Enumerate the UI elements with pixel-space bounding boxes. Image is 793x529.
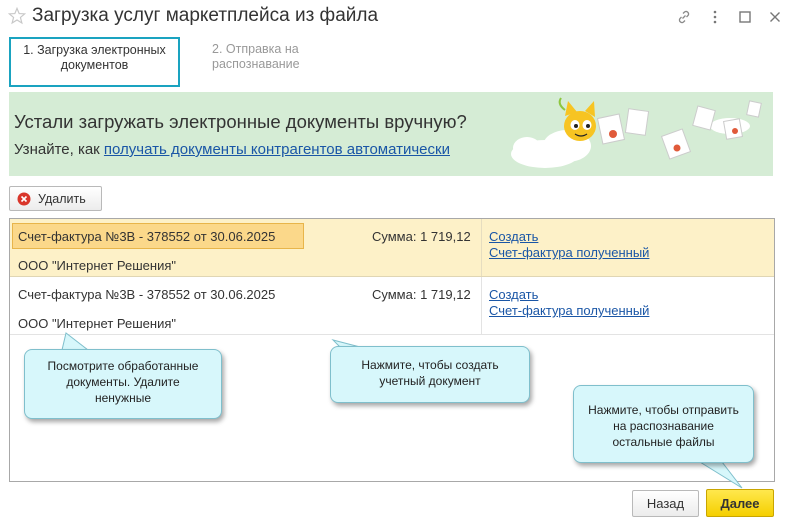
column-divider bbox=[481, 219, 482, 276]
organization-cell: ООО "Интернет Решения" bbox=[18, 316, 176, 331]
cat-illustration bbox=[511, 97, 762, 168]
delete-button-label: Удалить bbox=[38, 191, 86, 206]
step-2-line1: 2. Отправка на bbox=[212, 42, 299, 56]
link-icon[interactable] bbox=[676, 9, 692, 25]
more-icon[interactable] bbox=[707, 9, 723, 25]
back-button[interactable]: Назад bbox=[632, 490, 699, 517]
tooltip-review-documents: Посмотрите обработанные документы. Удали… bbox=[24, 349, 222, 419]
tooltip-line: Нажмите, чтобы отправить bbox=[588, 403, 739, 417]
window-title: Загрузка услуг маркетплейса из файла bbox=[32, 5, 379, 26]
banner-title: Устали загружать электронные документы в… bbox=[14, 111, 467, 132]
step-2-line2: распознавание bbox=[212, 57, 300, 71]
document-cell[interactable]: Счет-фактура №3В - 378552 от 30.06.2025 bbox=[18, 229, 275, 244]
next-button[interactable]: Далее bbox=[706, 489, 774, 517]
tooltip-line: ненужные bbox=[94, 391, 151, 405]
tooltip-create-document: Нажмите, чтобы создать учетный документ bbox=[330, 346, 530, 403]
close-icon[interactable] bbox=[767, 9, 783, 25]
banner-subtitle-prefix: Узнайте, как bbox=[14, 141, 104, 158]
tooltip-line: учетный документ bbox=[379, 374, 481, 388]
create-link[interactable]: Создать bbox=[489, 229, 538, 244]
document-type-link[interactable]: Счет-фактура полученный bbox=[489, 245, 649, 260]
tooltip-line: документы. Удалите bbox=[66, 375, 180, 389]
document-cell[interactable]: Счет-фактура №3В - 378552 от 30.06.2025 bbox=[18, 287, 275, 302]
banner-subtitle: Узнайте, как получать документы контраге… bbox=[14, 141, 450, 158]
banner-link[interactable]: получать документы контрагентов автомати… bbox=[104, 141, 450, 158]
tooltip-line: остальные файлы bbox=[612, 435, 715, 449]
star-icon[interactable] bbox=[8, 7, 26, 25]
table-row[interactable]: Счет-фактура №3В - 378552 от 30.06.2025 … bbox=[10, 277, 774, 335]
tooltip-line: Нажмите, чтобы создать bbox=[361, 358, 499, 372]
step-2-recognition[interactable]: 2. Отправка на распознавание bbox=[212, 42, 362, 72]
delete-icon bbox=[17, 192, 31, 205]
step-1-line1: 1. Загрузка электронных bbox=[23, 43, 166, 57]
step-1-upload[interactable]: 1. Загрузка электронных документов bbox=[9, 37, 180, 87]
create-link[interactable]: Создать bbox=[489, 287, 538, 302]
column-divider bbox=[481, 277, 482, 334]
tooltip-send-recognition: Нажмите, чтобы отправить на распознавани… bbox=[573, 385, 754, 463]
document-type-link[interactable]: Счет-фактура полученный bbox=[489, 303, 649, 318]
table-row[interactable]: Счет-фактура №3В - 378552 от 30.06.2025 … bbox=[10, 219, 774, 277]
sum-cell: Сумма: 1 719,12 bbox=[372, 287, 471, 302]
organization-cell: ООО "Интернет Решения" bbox=[18, 258, 176, 273]
tooltip-line: Посмотрите обработанные bbox=[47, 359, 199, 373]
step-1-line2: документов bbox=[60, 58, 129, 72]
tooltip-line: на распознавание bbox=[613, 419, 714, 433]
delete-button[interactable]: Удалить bbox=[9, 186, 102, 211]
maximize-icon[interactable] bbox=[737, 9, 753, 25]
sum-cell: Сумма: 1 719,12 bbox=[372, 229, 471, 244]
